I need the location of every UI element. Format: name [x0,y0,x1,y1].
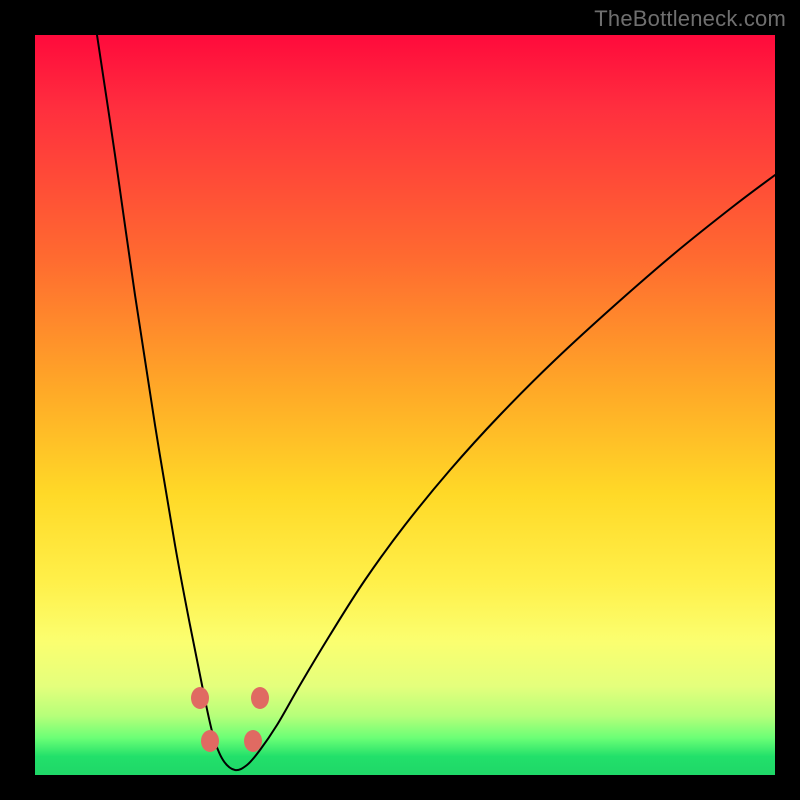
curve-layer [35,35,775,775]
trough-marker [244,730,262,752]
trough-marker [191,687,209,709]
watermark-text: TheBottleneck.com [594,6,786,32]
trough-marker [251,687,269,709]
chart-frame: TheBottleneck.com [0,0,800,800]
trough-marker [201,730,219,752]
bottleneck-curve [97,35,775,770]
plot-area [35,35,775,775]
trough-markers [191,687,269,752]
